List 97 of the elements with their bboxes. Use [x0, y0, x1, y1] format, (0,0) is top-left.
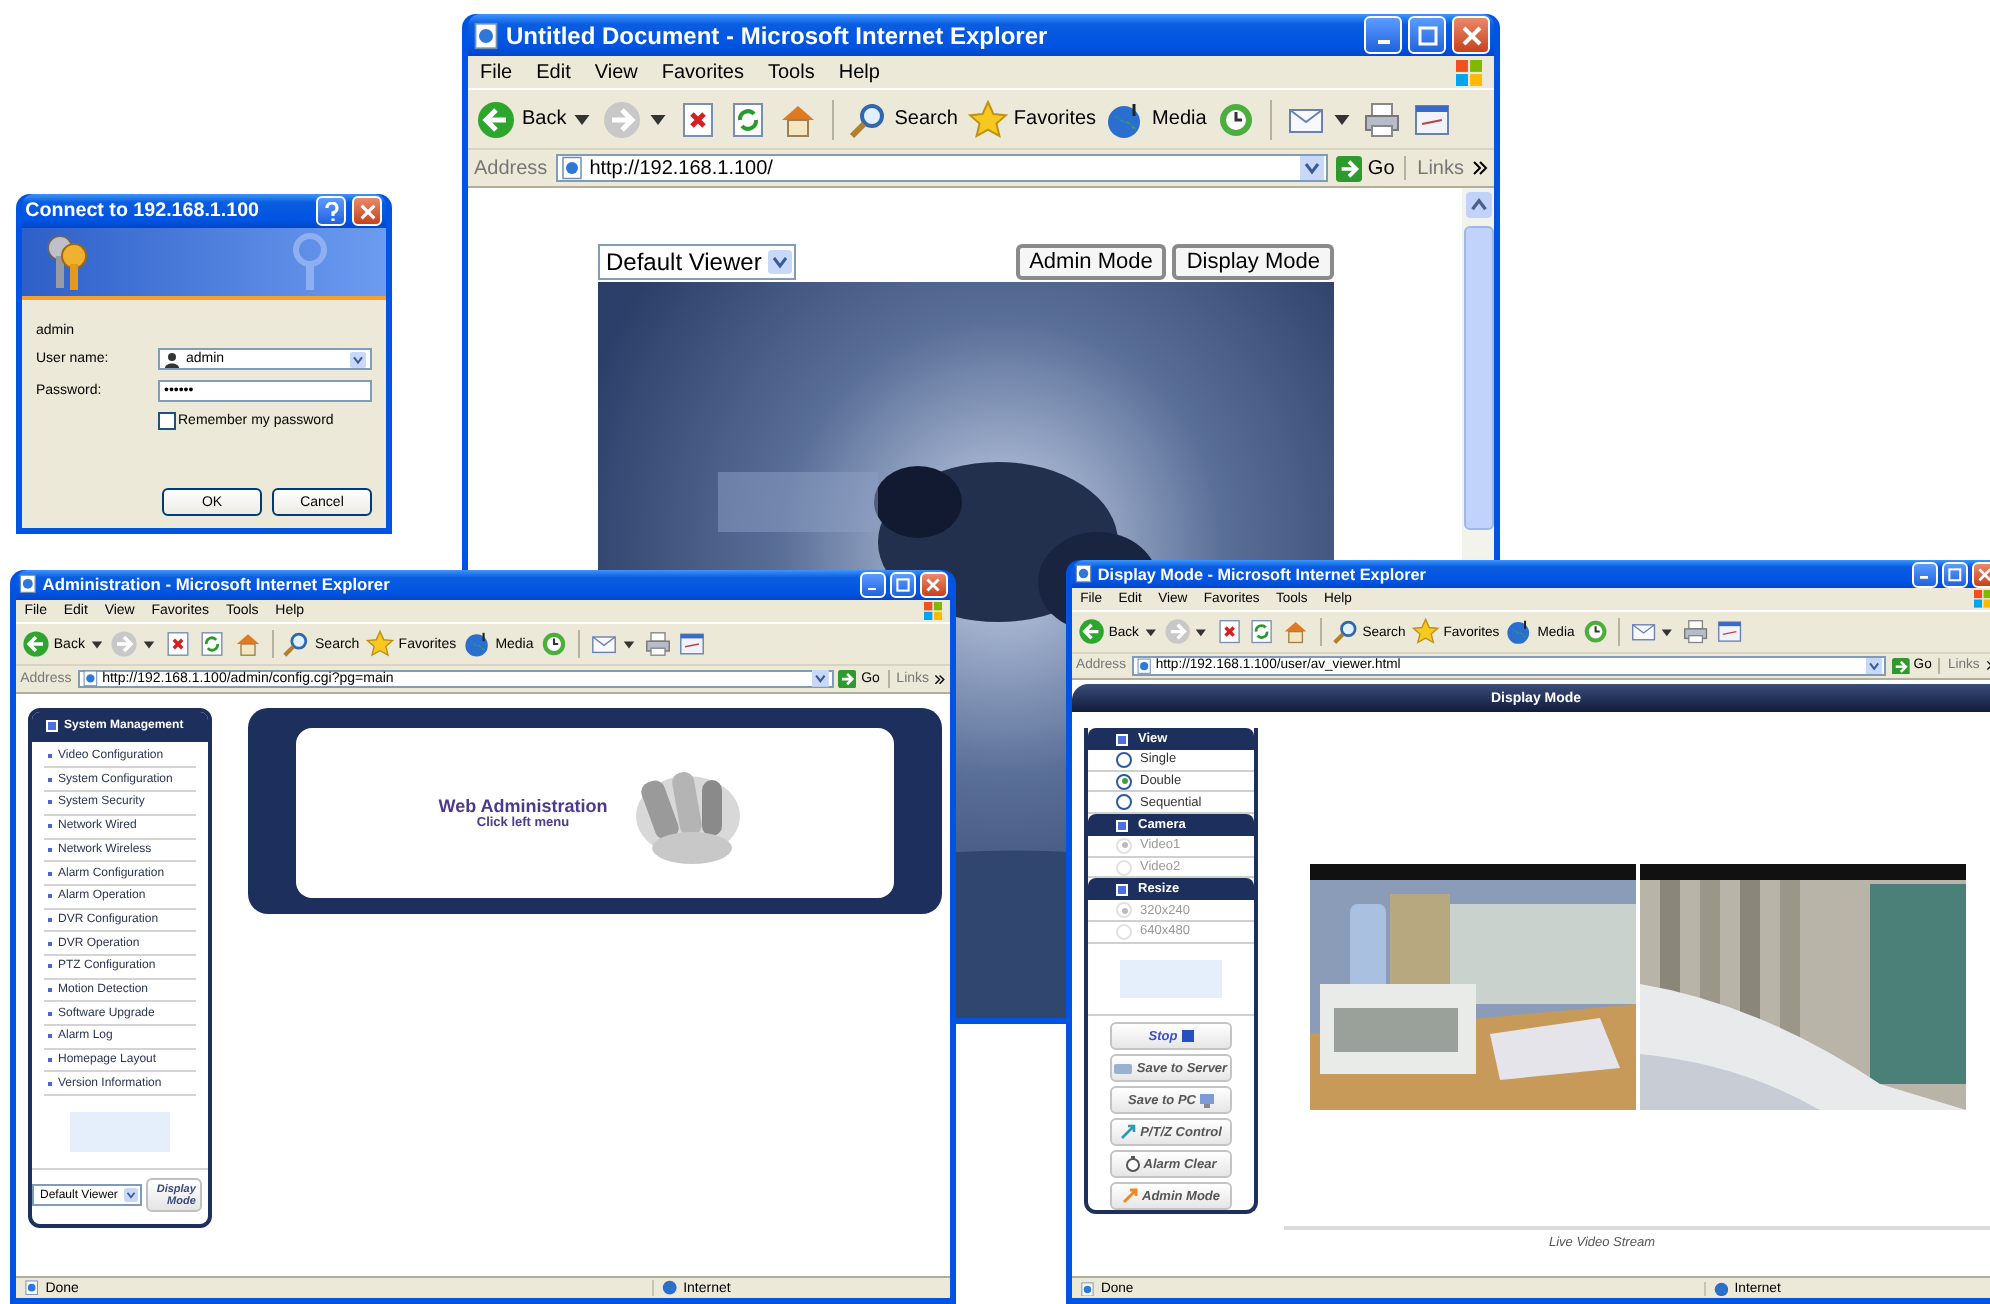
- address-field[interactable]: http://192.168.1.100/: [555, 154, 1328, 182]
- dropdown-arrow-icon: [1866, 657, 1883, 675]
- page-x-icon: [163, 630, 192, 659]
- flag-icon: [1456, 59, 1482, 85]
- menu-item[interactable]: Tools: [767, 61, 815, 83]
- page-icon: [1080, 1281, 1095, 1296]
- address-label: Address: [474, 157, 548, 179]
- printer-icon: [1362, 99, 1403, 139]
- clock-icon: [1581, 618, 1609, 646]
- page-x-icon: [678, 99, 719, 139]
- minimize-button[interactable]: [1911, 561, 1938, 588]
- globe-icon: [463, 630, 492, 659]
- toolbar-button[interactable]: Favorites: [967, 99, 1097, 139]
- window-icon: [1412, 99, 1453, 139]
- page-icon: [18, 574, 39, 595]
- stopwatch-icon: [1125, 1156, 1140, 1173]
- mode-button[interactable]: Display Mode: [1172, 243, 1334, 280]
- maximize-icon: [1417, 25, 1437, 45]
- back-arrow-icon: [21, 630, 50, 659]
- maximize-button[interactable]: [1941, 561, 1968, 588]
- flag-icon: [1974, 590, 1990, 609]
- star-icon: [967, 99, 1008, 139]
- user-icon: [164, 351, 180, 368]
- minimize-button[interactable]: [1364, 16, 1402, 54]
- forward-arrow-icon: [110, 630, 139, 659]
- home-icon: [233, 630, 262, 659]
- caret-icon: [89, 637, 104, 652]
- star-icon: [1412, 618, 1440, 646]
- checkbox[interactable]: [158, 412, 176, 431]
- globe-icon: [1506, 618, 1534, 646]
- toolbar-button[interactable]: Search: [848, 99, 958, 139]
- close-icon: [1977, 567, 1990, 582]
- toolbar-button[interactable]: [110, 630, 157, 659]
- close-icon: [359, 203, 376, 220]
- toolbar-button[interactable]: [1629, 618, 1675, 646]
- dropdown-arrow-icon: [123, 1188, 138, 1203]
- menu-item[interactable]: View: [594, 61, 638, 83]
- close-button[interactable]: [1452, 16, 1490, 54]
- refresh-icon: [728, 99, 769, 139]
- page-icon: [24, 1280, 40, 1296]
- caret-icon: [142, 637, 157, 652]
- blank-panel: [70, 1112, 170, 1153]
- minimize-icon: [1377, 39, 1389, 43]
- arrow-icon: [1122, 1188, 1138, 1205]
- refresh-icon: [198, 630, 227, 659]
- search-icon: [848, 99, 889, 139]
- arrow-right-icon: [1335, 155, 1362, 181]
- scroll-thumb[interactable]: [1463, 226, 1493, 530]
- caret-icon: [572, 109, 593, 129]
- help-icon: [323, 201, 340, 222]
- drive-icon: [1114, 1062, 1133, 1075]
- maximize-icon: [1947, 567, 1962, 582]
- toolbar-button[interactable]: [602, 99, 669, 139]
- go-button[interactable]: Go: [1335, 155, 1395, 181]
- page-icon: [472, 21, 500, 49]
- printer-icon: [1681, 618, 1709, 646]
- close-button[interactable]: [1971, 561, 1990, 588]
- clock-icon: [540, 630, 569, 659]
- globe-icon: [1713, 1281, 1729, 1296]
- window-title: Administration - Microsoft Internet Explorer: [42, 574, 392, 595]
- toolbar-button[interactable]: Media: [1106, 99, 1207, 139]
- envelope-icon: [1629, 618, 1657, 646]
- square-icon: [1181, 1030, 1194, 1043]
- help-button[interactable]: [315, 195, 347, 227]
- menu-item[interactable]: Favorites: [661, 61, 744, 83]
- close-icon: [1461, 25, 1481, 45]
- minimize-icon: [1920, 576, 1929, 580]
- toolbar-button[interactable]: Back: [476, 99, 593, 139]
- caret-icon: [1660, 625, 1675, 639]
- mode-button[interactable]: Admin Mode: [1015, 243, 1167, 280]
- caret-icon: [1332, 109, 1353, 129]
- window-title: Untitled Document - Microsoft Internet Explorer: [506, 21, 1050, 49]
- menu-item[interactable]: File: [480, 61, 513, 83]
- search-icon: [282, 630, 311, 659]
- panel-title: Web Administration: [438, 795, 608, 816]
- close-button[interactable]: [351, 195, 383, 227]
- chevron-icon: [1472, 160, 1488, 176]
- star-icon: [366, 630, 395, 659]
- page-icon: [81, 670, 98, 688]
- dropdown-arrow-icon: [350, 351, 366, 368]
- maximize-button[interactable]: [1408, 16, 1446, 54]
- dialog-title: Connect to 192.168.1.100: [25, 200, 262, 223]
- toolbar-button[interactable]: [540, 630, 569, 659]
- scroll-up-icon: [1465, 192, 1491, 218]
- monitor-icon: [1199, 1093, 1214, 1108]
- window-icon: [1715, 618, 1743, 646]
- links-label[interactable]: Links: [1417, 157, 1464, 179]
- search-icon: [1331, 618, 1359, 646]
- caret-icon: [648, 109, 669, 129]
- menu-item[interactable]: Help: [838, 61, 880, 83]
- page-icon: [559, 156, 584, 180]
- viewer-select[interactable]: Default Viewer: [598, 243, 796, 280]
- arrow-icon: [1120, 1124, 1137, 1141]
- globe-icon: [661, 1280, 678, 1296]
- menu-item[interactable]: Edit: [536, 61, 571, 83]
- arrow-right-icon: [1891, 657, 1910, 675]
- clock-icon: [1216, 99, 1257, 139]
